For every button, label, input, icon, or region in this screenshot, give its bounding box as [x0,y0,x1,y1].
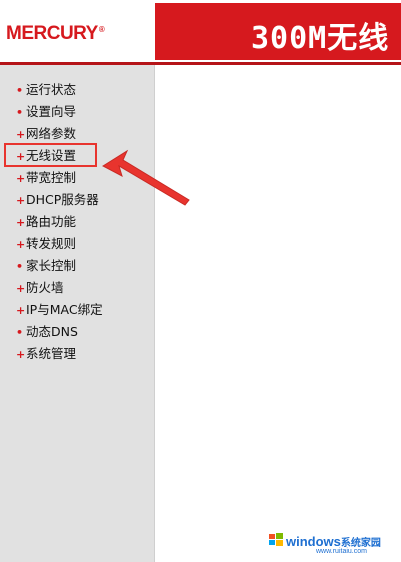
watermark-text: windows系统家园 [286,534,381,549]
annotation-arrow-icon [101,149,190,206]
watermark: windows系统家园 www.ruitaiu.com [266,522,396,558]
windows-logo-icon [269,533,283,546]
watermark-url: www.ruitaiu.com [316,548,367,555]
